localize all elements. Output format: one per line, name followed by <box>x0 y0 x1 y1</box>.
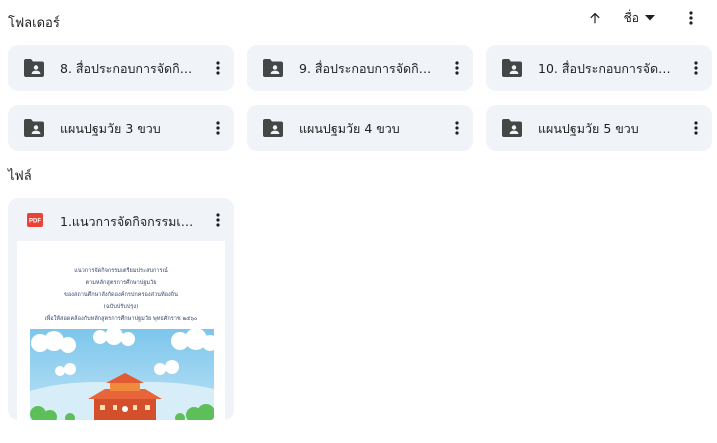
folder-more-button[interactable] <box>688 56 704 80</box>
preview-text: แนวการจัดกิจกรรมเตรียมประสบการณ์ ตามหลัก… <box>17 265 225 325</box>
more-vert-icon <box>455 121 459 135</box>
shared-folder-icon <box>24 59 44 77</box>
more-vert-icon <box>455 61 459 75</box>
preview-line: แนวการจัดกิจกรรมเตรียมประสบการณ์ <box>74 268 168 274</box>
more-vert-icon <box>694 61 698 75</box>
preview-line: เพื่อให้สอดคล้องกับหลักสูตรการศึกษาปฐมวั… <box>44 316 198 322</box>
sort-direction-button[interactable] <box>584 7 606 29</box>
shared-folder-icon <box>502 119 522 137</box>
folder-name: แผนปฐมวัย 3 ขวบ <box>60 121 161 136</box>
pdf-icon: PDF <box>27 213 43 227</box>
arrow-up-icon <box>589 12 600 24</box>
folder-card[interactable]: แผนปฐมวัย 3 ขวบ <box>8 105 234 151</box>
folder-name: แผนปฐมวัย 5 ขวบ <box>538 121 639 136</box>
folder-card[interactable]: 9. สื่อประกอบการจัดกิจกรรม <box>247 45 473 91</box>
folder-card[interactable]: 8. สื่อประกอบการจัดกิจกรรม <box>8 45 234 91</box>
view-options-button[interactable] <box>683 7 699 29</box>
folder-name: 9. สื่อประกอบการจัดกิจกรรม <box>299 61 437 76</box>
file-card[interactable]: PDF 1.แนวการจัดกิจกรรมเตรียมประสบการณ์ แ… <box>8 198 234 420</box>
more-vert-icon <box>216 61 220 75</box>
sort-field-label: ชื่อ <box>623 10 639 25</box>
preview-line: ของสถานศึกษาสังกัดองค์กรปกครองส่วนท้องถิ… <box>64 292 178 298</box>
preview-line: ตามหลักสูตรการศึกษาปฐมวัย <box>85 280 157 286</box>
more-vert-icon <box>216 121 220 135</box>
folder-card[interactable]: แผนปฐมวัย 4 ขวบ <box>247 105 473 151</box>
folder-name: 8. สื่อประกอบการจัดกิจกรรม <box>60 61 198 76</box>
shared-folder-icon <box>24 119 44 137</box>
folders-section-title: โฟลเดอร์ <box>8 16 60 31</box>
preview-illustration <box>30 329 214 420</box>
folder-name: 10. สื่อประกอบการจัดกิจกรรม <box>538 61 676 76</box>
file-more-button[interactable] <box>210 208 226 232</box>
folder-more-button[interactable] <box>688 116 704 140</box>
file-name: 1.แนวการจัดกิจกรรมเตรียมประสบการณ์ <box>60 214 198 229</box>
files-section-title: ไฟล์ <box>8 169 32 184</box>
preview-line: (ฉบับปรับปรุง) <box>103 304 139 310</box>
more-vert-icon <box>689 11 693 25</box>
folder-card[interactable]: 10. สื่อประกอบการจัดกิจกรรม <box>486 45 712 91</box>
folder-card[interactable]: แผนปฐมวัย 5 ขวบ <box>486 105 712 151</box>
folder-name: แผนปฐมวัย 4 ขวบ <box>299 121 400 136</box>
shared-folder-icon <box>263 59 283 77</box>
file-preview-thumbnail: แนวการจัดกิจกรรมเตรียมประสบการณ์ ตามหลัก… <box>17 241 225 420</box>
pdf-badge-text: PDF <box>29 219 41 225</box>
folder-more-button[interactable] <box>210 116 226 140</box>
sort-field-button[interactable]: ชื่อ <box>624 9 655 28</box>
shared-folder-icon <box>502 59 522 77</box>
folder-more-button[interactable] <box>449 116 465 140</box>
more-vert-icon <box>694 121 698 135</box>
folder-more-button[interactable] <box>210 56 226 80</box>
shared-folder-icon <box>263 119 283 137</box>
sort-toolbar: ชื่อ <box>584 6 699 30</box>
folder-more-button[interactable] <box>449 56 465 80</box>
caret-down-icon <box>645 15 655 21</box>
more-vert-icon <box>216 213 220 227</box>
